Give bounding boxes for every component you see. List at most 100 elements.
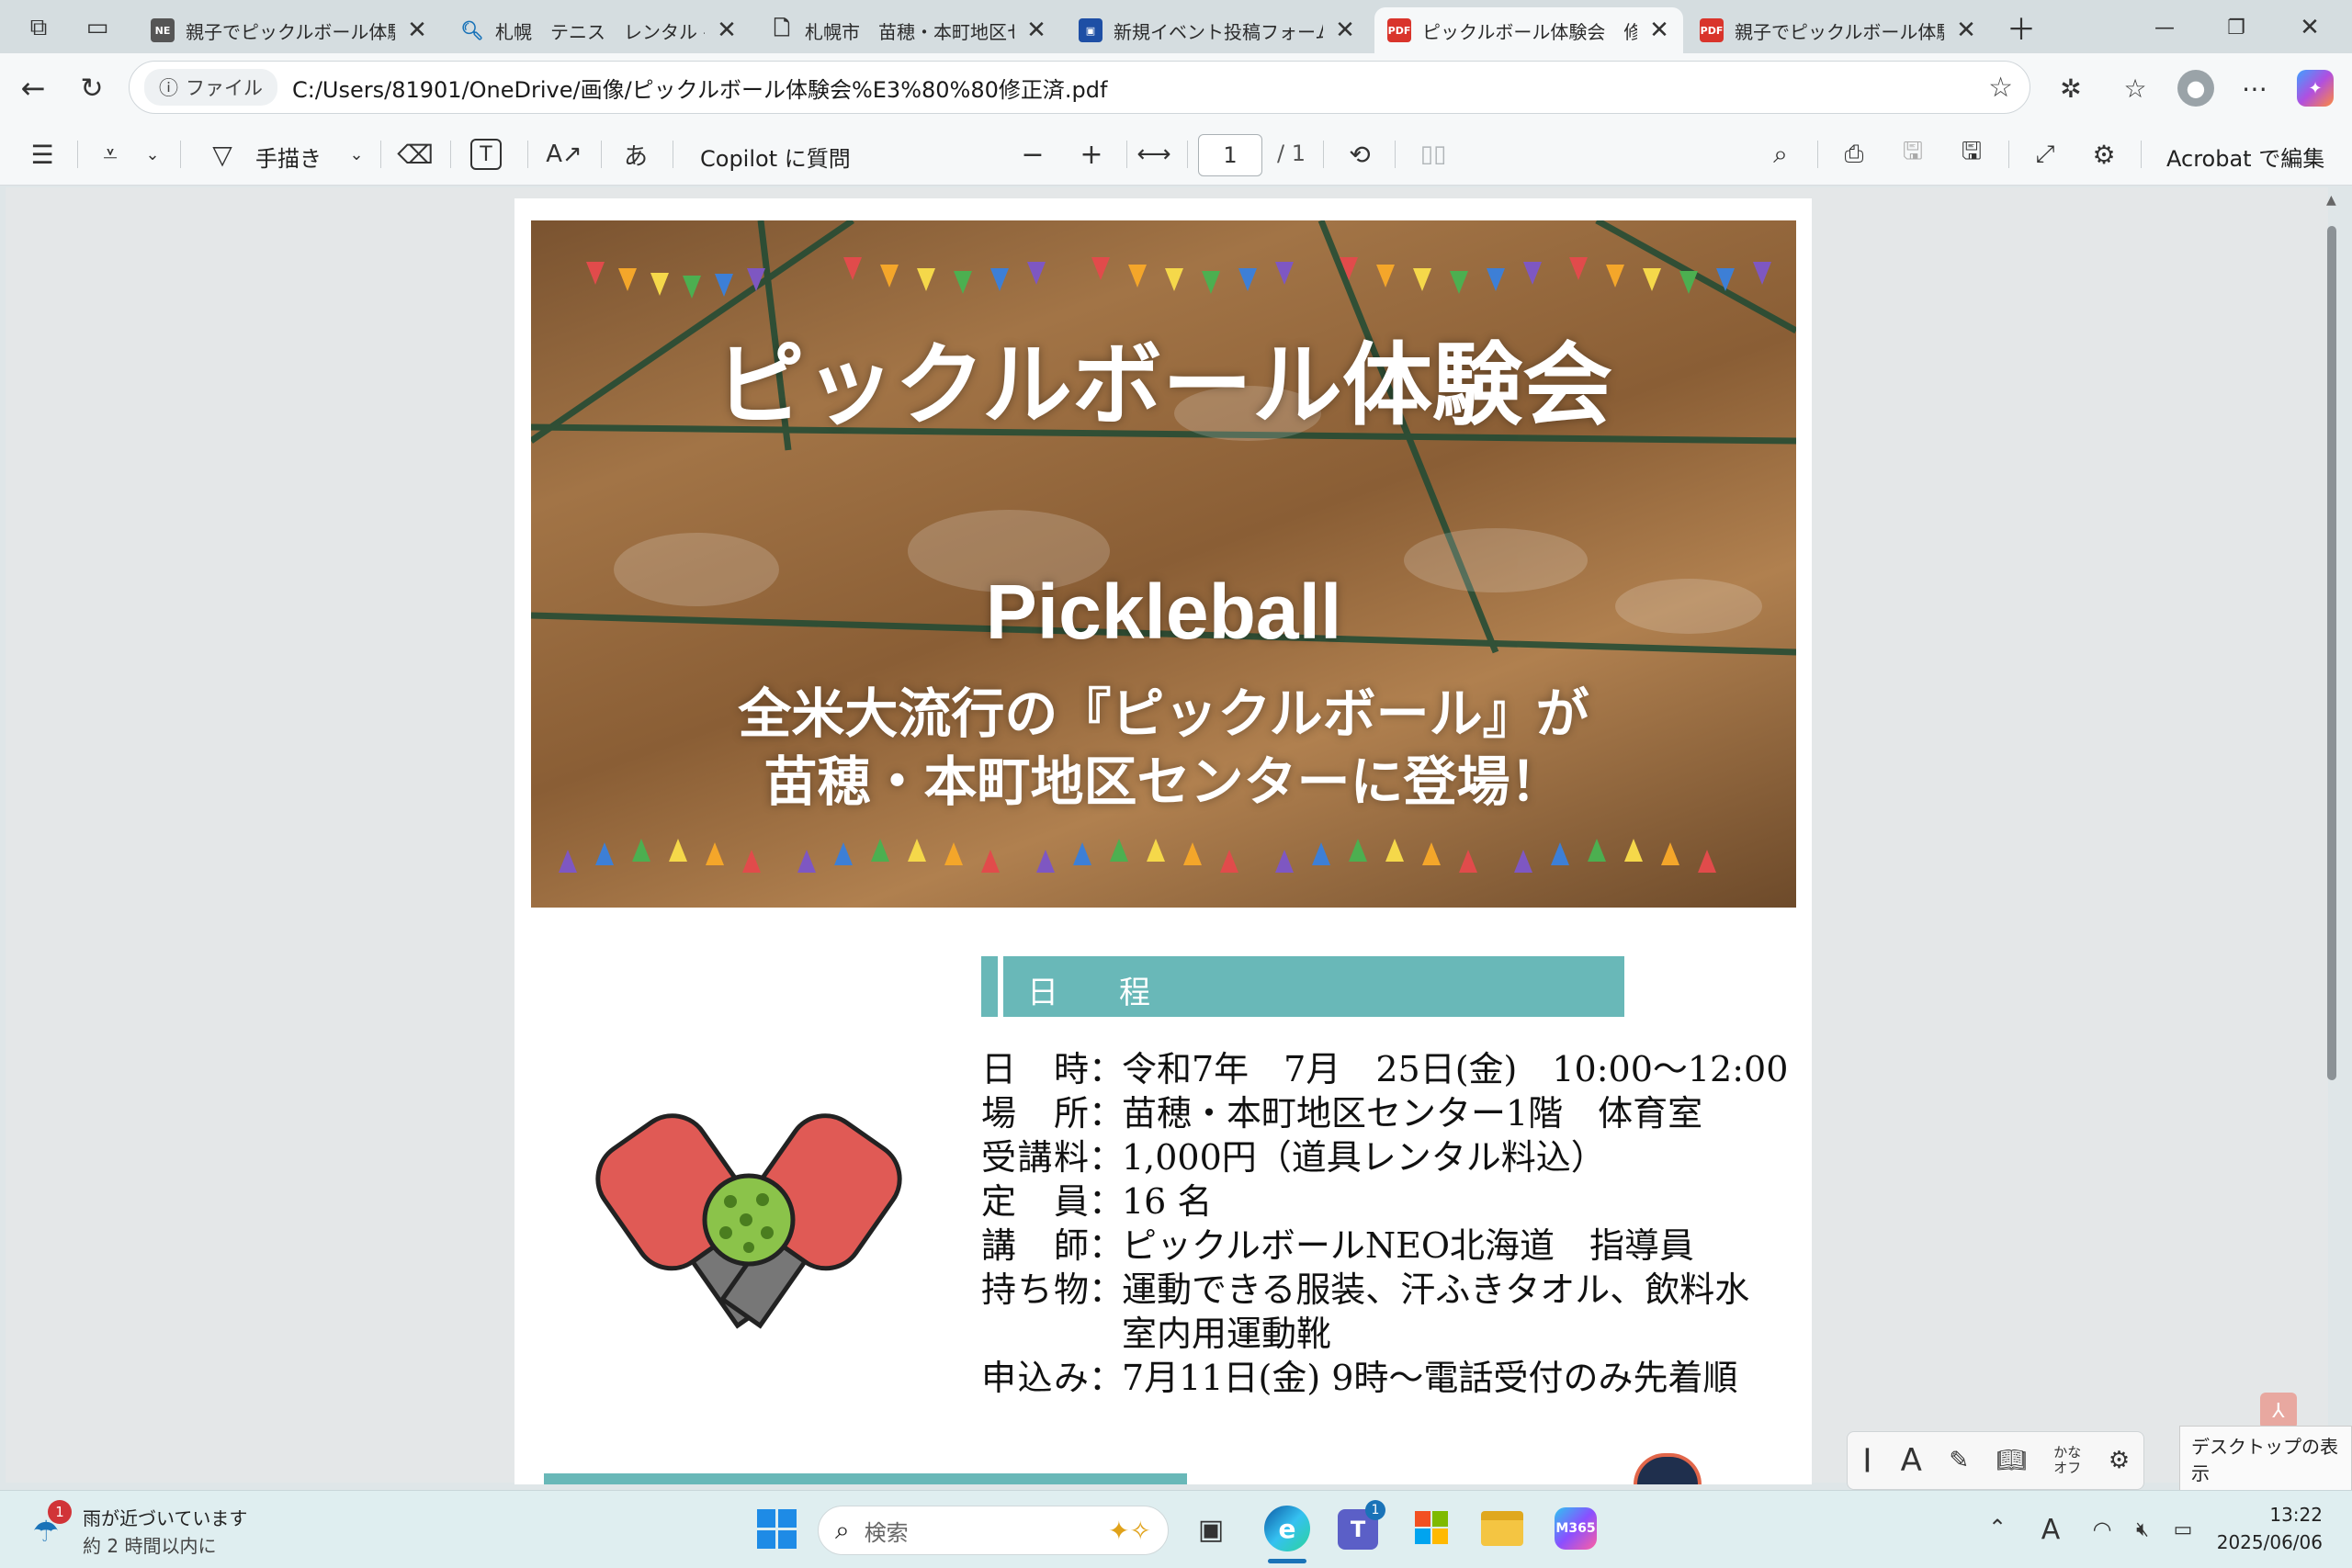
clock-time[interactable]: 13:22 [2222,1504,2323,1526]
pdf-icon: PDF [1700,18,1724,42]
draw-button-label[interactable]: 手描き [255,141,322,173]
page-view-icon[interactable]: ▯▯ [1415,138,1452,171]
fullscreen-icon[interactable]: ⤢ [2027,138,2064,171]
taskbar-search-box[interactable]: ⌕ 検索 ✦✧ [818,1506,1169,1555]
dictionary-icon[interactable]: 📖︎ [1996,1447,2027,1474]
close-icon[interactable]: ✕ [716,17,738,44]
flyer-subtitle: Pickleball [985,569,1342,655]
task-view-icon[interactable]: ▣ [1191,1509,1231,1550]
more-menu-icon[interactable]: ⋯ [2234,68,2275,108]
detail-row: 講 師：ピックルボールNEO北海道 指導員 [981,1225,1695,1266]
save-icon[interactable]: 🖫 [1894,138,1931,171]
tab-title: 親子でピックルボール体験 [186,20,395,43]
rotate-icon[interactable]: ⟲ [1341,138,1378,171]
favorites-icon[interactable]: ☆ [2115,68,2155,108]
close-icon[interactable]: ✕ [1648,17,1670,44]
flyer-tagline-line1: 全米大流行の『ピックルボール』が [738,682,1589,745]
chevron-up-icon[interactable]: ⌃ [1981,1511,2014,1544]
tab-1[interactable]: NE 親子でピックルボール体験 ✕ [138,7,441,53]
detail-row: 日 時：令和7年 7月 25日(金) 10:00〜12:00 [981,1049,1789,1089]
tab-5-active[interactable]: PDF ピックルボール体験会 修正済 ✕ [1374,7,1683,53]
minimize-button[interactable]: — [2143,9,2187,46]
chevron-down-icon[interactable]: ⌄ [345,138,368,171]
refresh-button[interactable]: ↻ [72,68,112,108]
acrobat-edit-button[interactable]: Acrobat で編集 [2166,141,2324,173]
read-aloud-icon[interactable]: A↗ [546,138,582,171]
ime-mode-icon[interactable]: A [1901,1442,1922,1479]
print-icon[interactable]: ⎙ [1836,138,1872,171]
microsoft-store-icon[interactable] [1413,1509,1450,1546]
settings-gear-icon[interactable]: ⚙ [2086,138,2122,171]
url-text[interactable]: C:/Users/81901/OneDrive/画像/ピックルボール体験会%E3… [292,72,1107,104]
flyer-title: ピックルボール体験会 [714,333,1613,438]
document-icon: 🗋 [774,17,790,40]
kana-toggle[interactable]: かな オフ [2053,1445,2081,1476]
copilot-ask-button[interactable]: Copilot に質問 [700,141,851,173]
restore-button[interactable]: ❐ [2214,9,2258,46]
highlight-icon[interactable]: ⩡ [92,138,129,171]
zoom-out-icon[interactable]: − [1014,138,1051,171]
chevron-down-icon[interactable]: ⌄ [141,138,164,171]
ime-indicator-icon[interactable]: A [2032,1511,2069,1548]
wifi-icon[interactable]: ◠ [2084,1511,2120,1548]
page-number-input[interactable]: 1 [1198,134,1262,176]
adobe-acrobat-icon[interactable]: ⅄ [2260,1393,2297,1429]
next-section-heading [544,1473,1187,1484]
ime-handle[interactable]: ┃ [1861,1450,1873,1472]
ime-pad-icon[interactable]: ✎ [1949,1447,1969,1474]
favorite-star-icon[interactable]: ☆ [1988,72,2013,104]
fit-width-icon[interactable]: ⟷ [1134,138,1174,171]
speaker-muted-icon[interactable]: 🔇︎ [2124,1511,2161,1548]
detail-row: 場 所：苗穂・本町地区センター1階 体育室 [981,1093,1703,1134]
eraser-icon[interactable]: ⌫ [397,138,434,171]
search-icon: 🔍︎ [460,19,484,41]
text-box-icon[interactable]: T [470,139,502,170]
close-icon[interactable]: ✕ [406,17,428,44]
scrollbar-thumb [2327,226,2336,1080]
start-windows-icon[interactable] [757,1509,797,1550]
tab-6[interactable]: PDF 親子でピックルボール体験会 ✕ [1687,7,1990,53]
pdf-icon: PDF [1387,18,1411,42]
file-explorer-icon[interactable] [1481,1511,1523,1546]
scrollbar[interactable]: ▲ [2323,193,2341,1479]
file-badge: ファイル [186,77,263,99]
weather-line1[interactable]: 雨が近づいています [83,1504,247,1530]
search-icon[interactable]: ⌕ [1762,138,1799,171]
translate-icon[interactable]: あ [616,138,656,171]
page-number-value: 1 [1223,142,1238,168]
close-window-button[interactable]: ✕ [2288,9,2332,46]
ime-settings-gear-icon[interactable]: ⚙ [2109,1447,2130,1474]
taskbar: ☂ 1 雨が近づいています 約 2 時間以内に ⌕ 検索 ✦✧ ▣ e T 1 … [0,1490,2352,1568]
address-toolbar: ← ↻ ⓘ ファイル C:/Users/81901/OneDrive/画像/ピッ… [0,53,2352,123]
tab-2[interactable]: 🔍︎ 札幌 テニス レンタル - 検索 ✕ [447,7,751,53]
zoom-in-icon[interactable]: + [1073,138,1110,171]
edge-icon[interactable]: e [1264,1506,1310,1551]
m365-icon[interactable]: M365 [1555,1507,1597,1550]
profile-avatar[interactable]: ● [2177,70,2214,107]
new-tab-button[interactable]: ＋ [2003,9,2040,47]
tab-4[interactable]: ▣ 新規イベント投稿フォーム｜ ✕ [1066,7,1369,53]
draw-icon[interactable]: ▽ [204,138,241,171]
save-as-icon[interactable]: 🖫 [1953,138,1990,171]
search-placeholder: 検索 [864,1519,909,1546]
extensions-icon[interactable]: ✲ [2051,68,2091,108]
close-icon[interactable]: ✕ [1334,17,1356,44]
weather-line2: 約 2 時間以内に [83,1535,217,1557]
tab-title: 新規イベント投稿フォーム｜ [1114,20,1323,43]
tab-strip: ⧉ ▭ NE 親子でピックルボール体験 ✕ 🔍︎ 札幌 テニス レンタル - 検… [0,0,2352,53]
schedule-heading-text: 日 程 [1027,975,1165,1011]
close-icon[interactable]: ✕ [1955,17,1977,44]
back-button[interactable]: ← [13,68,53,108]
clock-date[interactable]: 2025/06/06 [2205,1531,2323,1553]
contents-list-icon[interactable]: ☰ [24,138,61,171]
address-bar[interactable]: ⓘ ファイル C:/Users/81901/OneDrive/画像/ピックルボー… [129,61,2030,114]
copilot-icon[interactable]: ✦ [2297,70,2334,107]
site-info-button[interactable]: ⓘ ファイル [144,69,277,106]
tab-3[interactable]: 🗋 札幌市 苗穂・本町地区センター ✕ [757,7,1060,53]
schedule-heading: 日 程 [981,956,1624,1017]
battery-icon[interactable]: ▭ [2165,1511,2201,1548]
tab-title: 親子でピックルボール体験会 [1735,20,1944,43]
close-icon[interactable]: ✕ [1025,17,1047,44]
workspaces-icon[interactable]: ⧉ [20,9,57,46]
vertical-tabs-icon[interactable]: ▭ [79,9,116,46]
